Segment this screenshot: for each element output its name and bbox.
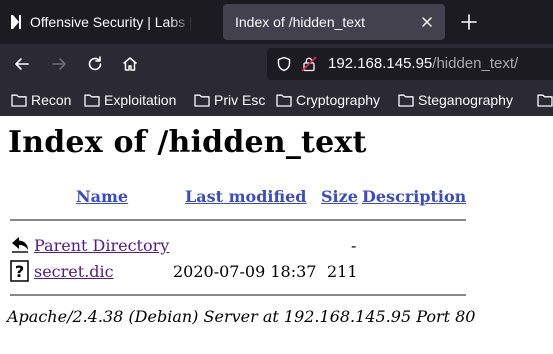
page-title: Index of /hidden_text xyxy=(8,125,367,160)
header-divider xyxy=(10,219,466,221)
url-bar[interactable]: 192.168.145.95/hidden_text/ xyxy=(267,48,553,80)
tab-bar: Offensive Security | Labs | Index of /hi… xyxy=(0,0,553,44)
column-header-last-modified[interactable]: Last modified xyxy=(185,187,306,206)
back-arrow-icon[interactable] xyxy=(12,54,32,74)
reload-icon[interactable] xyxy=(85,54,105,74)
bookmark-folder-priv-esc[interactable]: Priv Esc xyxy=(194,91,265,109)
folder-icon xyxy=(84,94,100,107)
home-icon[interactable] xyxy=(120,54,140,74)
parent-directory-size: - xyxy=(351,236,357,255)
column-header-name[interactable]: Name xyxy=(76,187,128,206)
bookmark-label: Priv Esc xyxy=(214,92,266,108)
svg-text:?: ? xyxy=(15,262,24,281)
bookmark-folder-steganography[interactable]: Steganography xyxy=(398,91,513,109)
bookmark-label: Recon xyxy=(31,92,72,108)
tab-offensive-security[interactable]: Offensive Security | Labs | xyxy=(0,4,215,40)
parent-directory-link[interactable]: Parent Directory xyxy=(34,236,169,255)
column-header-description[interactable]: Description xyxy=(362,187,466,206)
secret-dic-last-modified: 2020-07-09 18:37 xyxy=(173,262,317,281)
column-header-size[interactable]: Size xyxy=(321,187,358,206)
bookmarks-toolbar: Recon Exploitation Priv Esc Cryptography… xyxy=(0,84,553,116)
folder-icon xyxy=(276,94,292,107)
url-path: /hidden_text/ xyxy=(432,55,519,72)
secret-dic-link[interactable]: secret.dic xyxy=(34,262,114,281)
new-tab-plus-icon[interactable] xyxy=(459,12,479,32)
bookmark-label: Cryptography xyxy=(296,92,381,108)
browser-chrome: Offensive Security | Labs | Index of /hi… xyxy=(0,0,553,116)
bookmark-folder-cryptography[interactable]: Cryptography xyxy=(276,91,380,109)
url-host: 192.168.145.95 xyxy=(328,55,433,72)
bookmark-label: Steganography xyxy=(418,92,513,108)
server-signature: Apache/2.4.38 (Debian) Server at 192.168… xyxy=(7,307,476,326)
secret-dic-size: 211 xyxy=(327,262,358,281)
bookmark-folder-recon[interactable]: Recon xyxy=(11,91,71,109)
page-content: Index of /hidden_text Name Last modified… xyxy=(0,116,553,354)
tab-hidden-text[interactable]: Index of /hidden_text xyxy=(223,4,445,40)
forward-arrow-icon[interactable] xyxy=(49,54,69,74)
folder-icon xyxy=(194,94,210,107)
bookmark-label: Exploitation xyxy=(104,92,177,108)
url-text[interactable]: 192.168.145.95/hidden_text/ xyxy=(328,55,518,72)
tab-title: Index of /hidden_text xyxy=(235,14,365,30)
insecure-lock-icon[interactable] xyxy=(301,56,317,72)
bookmark-folder-overflow[interactable] xyxy=(537,91,553,109)
folder-icon xyxy=(11,94,27,107)
tab-title: Offensive Security | Labs | xyxy=(30,14,193,30)
shield-icon[interactable] xyxy=(276,56,292,72)
offsec-favicon-icon xyxy=(11,15,21,29)
bookmark-folder-exploitation[interactable]: Exploitation xyxy=(84,91,176,109)
unknown-file-icon: ? xyxy=(10,260,29,282)
folder-icon xyxy=(398,94,414,107)
back-icon xyxy=(12,237,28,253)
navigation-toolbar: 192.168.145.95/hidden_text/ xyxy=(0,44,553,84)
close-tab-icon[interactable] xyxy=(419,14,435,30)
footer-divider xyxy=(10,294,466,296)
folder-icon xyxy=(537,94,553,107)
